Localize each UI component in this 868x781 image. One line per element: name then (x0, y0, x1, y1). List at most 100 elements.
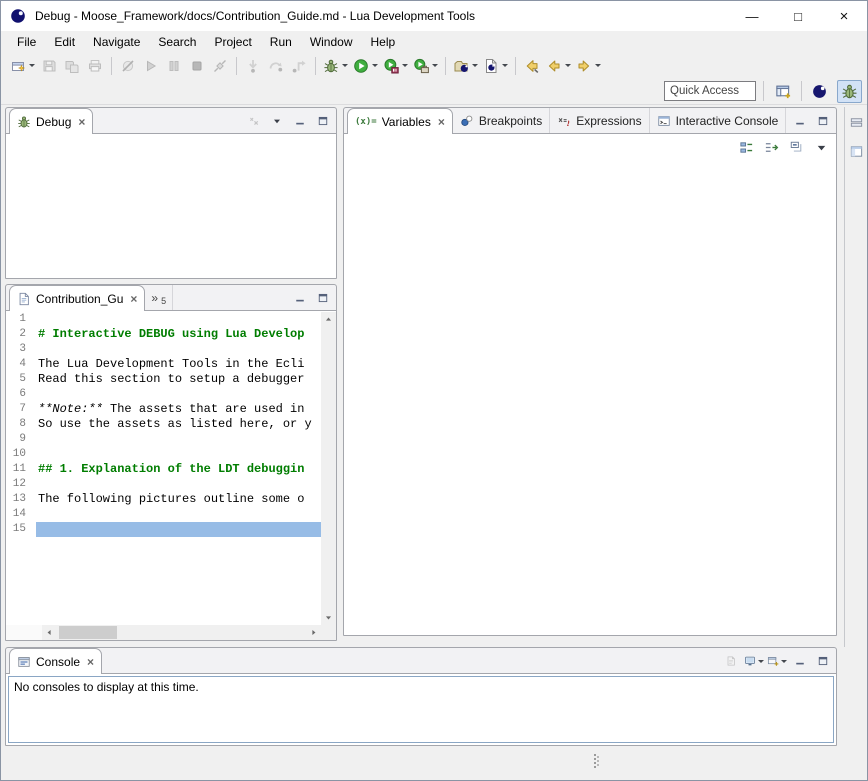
minimize-button[interactable] (791, 112, 809, 130)
quick-access-input[interactable]: Quick Access (664, 81, 756, 101)
variables-toolbar (737, 138, 830, 156)
variables-tab-expressions[interactable]: Expressions (550, 108, 649, 133)
close-tab-icon[interactable]: × (87, 655, 94, 669)
maximize-button[interactable] (814, 652, 832, 670)
ldt-perspective-button[interactable] (807, 80, 832, 103)
restore-toolbar-button[interactable] (847, 112, 867, 132)
editor-line[interactable]: 12 (6, 477, 321, 492)
menu-navigate[interactable]: Navigate (84, 32, 149, 52)
scroll-left-icon[interactable] (42, 625, 57, 640)
new-lua-project-button[interactable] (451, 55, 480, 77)
editor-line[interactable]: 14 (6, 507, 321, 522)
scroll-up-icon[interactable] (321, 312, 336, 327)
run-button[interactable] (351, 55, 380, 77)
console-tab-console[interactable]: Console× (9, 648, 102, 674)
view-menu-button[interactable] (812, 138, 830, 156)
editor-line[interactable]: 7**Note:** The assets that are used in (6, 402, 321, 417)
editor-line[interactable]: 9 (6, 432, 321, 447)
variables-tab-breakpoints[interactable]: Breakpoints (453, 108, 550, 133)
minimized-view-button[interactable] (847, 141, 867, 161)
maximize-button[interactable] (314, 112, 332, 130)
maximize-window-button[interactable]: □ (775, 1, 821, 31)
editor-line[interactable]: 4The Lua Development Tools in the Ecli (6, 357, 321, 372)
dropdown-arrow-icon[interactable] (502, 64, 508, 67)
menu-project[interactable]: Project (205, 32, 260, 52)
editor-tab-contribution-gu[interactable]: Contribution_Gu × (9, 285, 145, 311)
line-text (36, 447, 321, 462)
debug-perspective-button[interactable] (837, 80, 862, 103)
tab-label: Contribution_Gu (36, 292, 123, 306)
editor-line[interactable]: 5Read this section to setup a debugger (6, 372, 321, 387)
debug-button[interactable] (321, 55, 350, 77)
remove-all-terminated-icon (248, 115, 260, 127)
vscroll-track[interactable] (321, 327, 336, 610)
editor-line[interactable]: 3 (6, 342, 321, 357)
variables-tab-variables[interactable]: (x)=Variables× (347, 108, 453, 134)
display-selected-console-button[interactable] (745, 652, 763, 670)
variables-tab-interactive-console[interactable]: Interactive Console (650, 108, 787, 133)
hscroll-track[interactable] (57, 625, 306, 640)
run-coverage-button[interactable] (381, 55, 410, 77)
dropdown-arrow-icon[interactable] (402, 64, 408, 67)
dropdown-arrow-icon[interactable] (342, 64, 348, 67)
vertical-scrollbar[interactable] (321, 312, 336, 625)
last-edit-location-button[interactable] (521, 55, 543, 77)
scroll-down-icon[interactable] (321, 610, 336, 625)
show-logical-structure-button[interactable] (762, 138, 780, 156)
menu-window[interactable]: Window (301, 32, 362, 52)
variables-content[interactable] (344, 133, 836, 635)
open-console-button[interactable] (768, 652, 786, 670)
dropdown-arrow-icon[interactable] (372, 64, 378, 67)
dropdown-arrow-icon[interactable] (29, 64, 35, 67)
minimize-button[interactable] (291, 289, 309, 307)
editor-line[interactable]: 11## 1. Explanation of the LDT debuggin (6, 462, 321, 477)
close-tab-icon[interactable]: × (438, 115, 445, 129)
hscroll-thumb[interactable] (59, 626, 117, 639)
minimize-button[interactable] (291, 112, 309, 130)
maximize-button[interactable] (314, 289, 332, 307)
menu-run[interactable]: Run (261, 32, 301, 52)
view-menu-button[interactable] (268, 112, 286, 130)
scroll-right-icon[interactable] (306, 625, 321, 640)
minimize-window-button[interactable]: — (729, 1, 775, 31)
close-tab-icon[interactable]: × (78, 115, 85, 129)
maximize-button[interactable] (814, 112, 832, 130)
external-tools-button[interactable] (411, 55, 440, 77)
show-type-names-button[interactable] (737, 138, 755, 156)
menu-edit[interactable]: Edit (45, 32, 84, 52)
dropdown-arrow-icon[interactable] (781, 660, 787, 663)
dropdown-arrow-icon[interactable] (595, 64, 601, 67)
close-tab-icon[interactable]: × (130, 292, 137, 306)
dropdown-arrow-icon[interactable] (565, 64, 571, 67)
new-wizard-button[interactable] (8, 55, 37, 77)
editor-line[interactable]: 10 (6, 447, 321, 462)
editor-line[interactable]: 6 (6, 387, 321, 402)
horizontal-scrollbar[interactable] (42, 625, 321, 640)
dropdown-arrow-icon[interactable] (758, 660, 764, 663)
dropdown-arrow-icon[interactable] (472, 64, 478, 67)
menu-search[interactable]: Search (149, 32, 205, 52)
dropdown-arrow-icon[interactable] (432, 64, 438, 67)
open-perspective-button[interactable] (771, 80, 796, 103)
debug-tab-debug[interactable]: Debug× (9, 108, 93, 134)
editor-line[interactable]: 15 (6, 522, 321, 537)
close-window-button[interactable]: × (821, 1, 867, 31)
editor-content[interactable]: 12# Interactive DEBUG using Lua Develop3… (6, 310, 336, 640)
editor-line[interactable]: 13The following pictures outline some o (6, 492, 321, 507)
editor-line[interactable]: 2# Interactive DEBUG using Lua Develop (6, 327, 321, 342)
editor-tab-overflow[interactable]: »5 (145, 285, 173, 310)
menu-file[interactable]: File (8, 32, 45, 52)
editor-lines[interactable]: 12# Interactive DEBUG using Lua Develop3… (6, 312, 321, 625)
forward-button[interactable] (574, 55, 603, 77)
collapse-all-button[interactable] (787, 138, 805, 156)
back-button[interactable] (544, 55, 573, 77)
terminate-icon (189, 58, 205, 74)
menu-help[interactable]: Help (362, 32, 405, 52)
minimize-button[interactable] (791, 652, 809, 670)
console-page[interactable]: No consoles to display at this time. (8, 676, 834, 743)
new-lua-file-button[interactable] (481, 55, 510, 77)
splitter-handle[interactable] (594, 754, 596, 756)
debug-content[interactable] (6, 133, 336, 278)
editor-line[interactable]: 1 (6, 312, 321, 327)
editor-line[interactable]: 8So use the assets as listed here, or y (6, 417, 321, 432)
